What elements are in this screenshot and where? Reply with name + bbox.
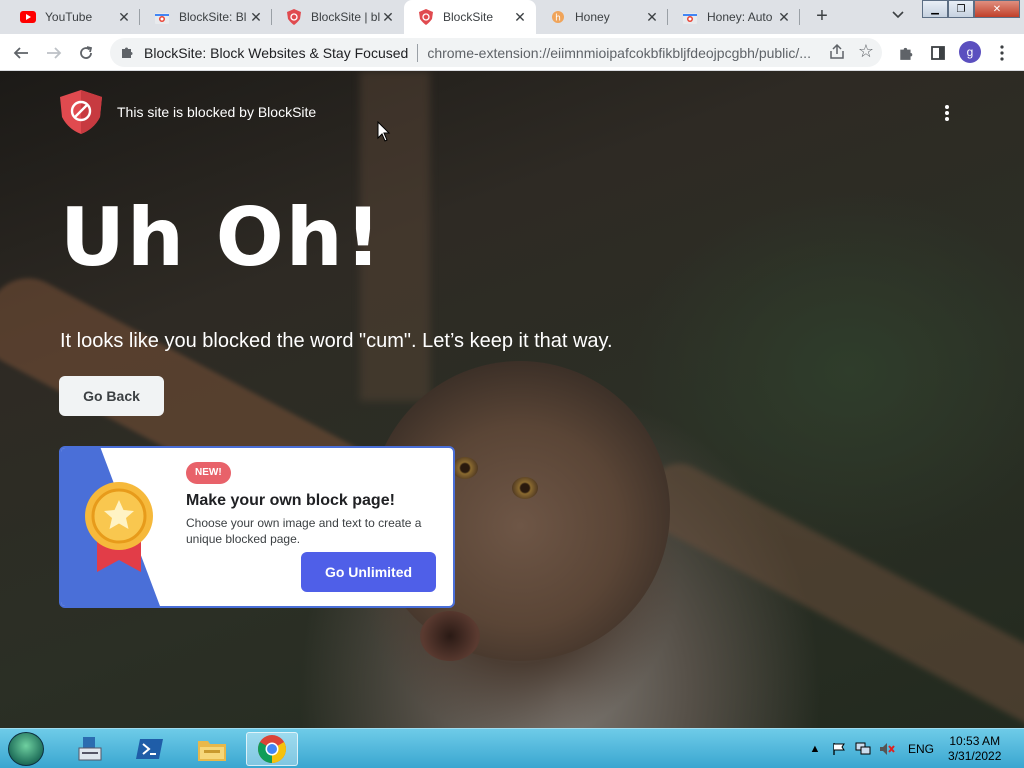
tab-blocksite-webstore[interactable]: BlockSite: Bl ✕ xyxy=(140,0,272,34)
chrome-taskbar-icon[interactable] xyxy=(246,732,298,766)
medal-star-icon xyxy=(85,482,153,572)
address-bar[interactable]: BlockSite: Block Websites & Stay Focused… xyxy=(110,38,882,67)
brand-header: This site is blocked by BlockSite xyxy=(58,89,316,135)
promo-card: NEW! Make your own block page! Choose yo… xyxy=(59,446,455,608)
blocked-by-label: This site is blocked by BlockSite xyxy=(117,104,317,120)
tab-honey-webstore[interactable]: Honey: Auto ✕ xyxy=(668,0,800,34)
clock-date: 3/31/2022 xyxy=(948,749,1002,763)
volume-muted-icon[interactable] xyxy=(878,741,896,757)
blocked-message: It looks like you blocked the word "cum"… xyxy=(60,330,613,352)
close-tab-icon[interactable]: ✕ xyxy=(116,9,132,25)
close-tab-icon[interactable]: ✕ xyxy=(248,9,264,25)
blocksite-shield-logo xyxy=(60,90,102,134)
go-back-button[interactable]: Go Back xyxy=(59,376,164,416)
new-badge: NEW! xyxy=(186,462,231,484)
system-tray: ▲ ENG 10:53 AM 3/31/2022 xyxy=(806,729,1002,768)
tab-youtube[interactable]: YouTube ✕ xyxy=(6,0,140,34)
close-tab-icon[interactable]: ✕ xyxy=(380,9,396,25)
promo-description: Choose your own image and text to create… xyxy=(186,516,422,546)
promo-title: Make your own block page! xyxy=(186,492,395,509)
clock[interactable]: 10:53 AM 3/31/2022 xyxy=(948,734,1001,764)
tab-title: BlockSite | bl xyxy=(311,10,380,24)
monkey-photo xyxy=(420,611,480,661)
clock-time: 10:53 AM xyxy=(949,734,1001,748)
url-text: chrome-extension://eiimnmioipafcokbfikbl… xyxy=(427,44,811,61)
chrome-menu-icon[interactable] xyxy=(991,42,1013,64)
omnibox-divider xyxy=(417,43,419,62)
action-center-flag-icon[interactable] xyxy=(830,741,848,757)
share-icon[interactable] xyxy=(828,43,846,61)
blocksite-icon xyxy=(286,9,302,25)
browser-toolbar: BlockSite: Block Websites & Stay Focused… xyxy=(0,34,1024,71)
go-unlimited-button[interactable]: Go Unlimited xyxy=(301,552,436,592)
bookmark-star-icon[interactable]: ☆ xyxy=(858,41,874,62)
monkey-photo xyxy=(512,477,538,499)
network-icon[interactable] xyxy=(854,741,872,757)
page-menu-icon[interactable] xyxy=(938,103,956,123)
tab-separator xyxy=(799,9,800,25)
page-title: Uh Oh! xyxy=(60,191,384,284)
chrome-webstore-icon xyxy=(682,9,698,25)
forward-arrow-icon[interactable] xyxy=(43,42,65,64)
close-tab-icon[interactable]: ✕ xyxy=(512,9,528,25)
tab-title: BlockSite xyxy=(443,10,494,24)
file-explorer-icon[interactable] xyxy=(186,732,238,766)
new-tab-button[interactable]: + xyxy=(810,5,834,29)
windows-taskbar: ▲ ENG 10:53 AM 3/31/2022 xyxy=(0,728,1024,768)
puzzle-piece-icon xyxy=(120,45,136,61)
honey-icon: h xyxy=(550,9,566,25)
blocked-page: This site is blocked by BlockSite Uh Oh!… xyxy=(0,71,1024,728)
tab-blocksite-bl[interactable]: BlockSite | bl ✕ xyxy=(272,0,404,34)
side-panel-icon[interactable] xyxy=(927,42,949,64)
profile-avatar[interactable]: g xyxy=(959,41,981,63)
close-window-icon[interactable]: ✕ xyxy=(974,0,1020,18)
restore-icon[interactable]: ❐ xyxy=(948,0,974,18)
tab-honey[interactable]: h Honey ✕ xyxy=(536,0,668,34)
minimize-icon[interactable]: ▁ xyxy=(922,0,948,18)
svg-text:h: h xyxy=(555,14,561,24)
monkey-photo xyxy=(452,457,478,479)
close-tab-icon[interactable]: ✕ xyxy=(776,9,792,25)
tab-blocksite-active[interactable]: BlockSite ✕ xyxy=(404,0,536,34)
close-tab-icon[interactable]: ✕ xyxy=(644,9,660,25)
back-arrow-icon[interactable] xyxy=(10,42,32,64)
tab-title: Honey: Auto xyxy=(707,10,773,24)
input-language[interactable]: ENG xyxy=(908,742,934,756)
reload-icon[interactable] xyxy=(75,42,97,64)
tab-title: YouTube xyxy=(45,10,93,24)
site-name: BlockSite: Block Websites & Stay Focused xyxy=(144,44,409,61)
background-photo xyxy=(634,453,1024,728)
tab-title: BlockSite: Bl xyxy=(179,10,247,24)
chrome-webstore-icon xyxy=(154,9,170,25)
server-manager-icon[interactable] xyxy=(64,732,116,766)
start-orb-icon[interactable] xyxy=(8,732,44,766)
youtube-icon xyxy=(20,9,36,25)
extensions-puzzle-icon[interactable] xyxy=(895,42,917,64)
show-hidden-icons-icon[interactable]: ▲ xyxy=(806,741,824,757)
tab-strip: YouTube ✕ BlockSite: Bl ✕ BlockSite | bl… xyxy=(0,0,1024,34)
powershell-icon[interactable] xyxy=(124,732,176,766)
window-controls: ▁ ❐ ✕ xyxy=(922,0,1020,18)
mouse-cursor-icon xyxy=(377,121,391,142)
tab-search-chevron-icon[interactable] xyxy=(888,8,908,26)
blocksite-icon xyxy=(418,9,434,25)
tab-title: Honey xyxy=(575,10,610,24)
